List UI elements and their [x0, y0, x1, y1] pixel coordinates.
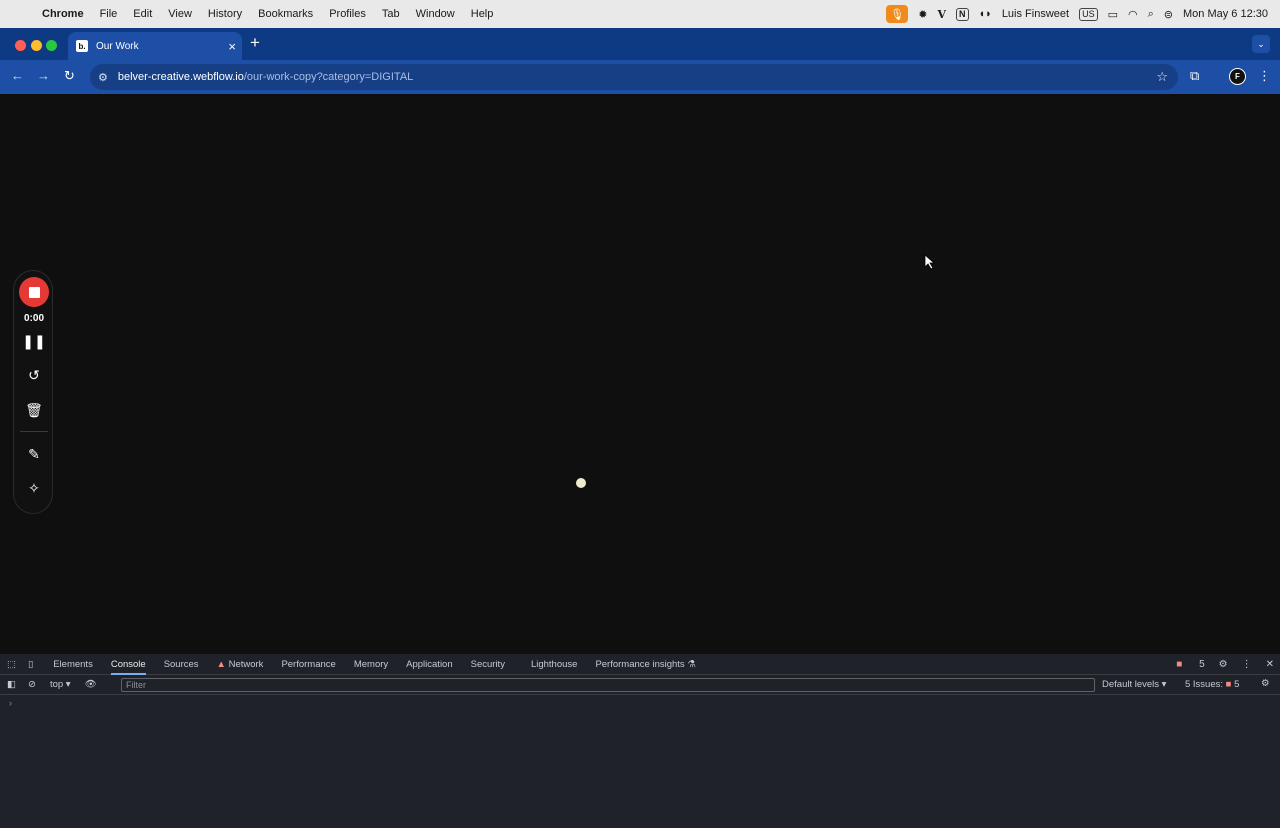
tab-our-work[interactable]: b. Our Work ×	[68, 32, 242, 60]
new-tab-plus-icon[interactable]: +	[250, 33, 260, 53]
window-zoom-button[interactable]	[46, 40, 57, 51]
url-text[interactable]: belver-creative.webflow.io/our-work-copy…	[118, 71, 413, 83]
issues-counter[interactable]: 5 Issues: ■ 5	[1185, 679, 1239, 690]
console-filter-input[interactable]: Filter	[121, 678, 1095, 692]
battery-icon[interactable]: ▭	[1108, 5, 1118, 23]
menubar-user[interactable]: Luis Finsweet	[1002, 5, 1069, 23]
menu-help[interactable]: Help	[471, 8, 494, 20]
flask-icon: ⚗	[687, 658, 696, 670]
tab-sources[interactable]: Sources	[164, 654, 199, 675]
error-counter[interactable]: ■ 5	[1162, 659, 1204, 670]
stop-icon	[28, 286, 40, 298]
menu-view[interactable]: View	[168, 8, 192, 20]
window-close-button[interactable]	[15, 40, 26, 51]
tab-network[interactable]: ▲ Network	[217, 654, 264, 675]
warning-icon: ▲	[216, 658, 226, 670]
loading-dot	[576, 478, 586, 488]
tab-security[interactable]: Security	[471, 654, 505, 675]
effects-confetti-icon[interactable]: ✧	[14, 480, 54, 497]
menubar-status-area: 🎙 ✹ V N ◖◗ Luis Finsweet US ▭ ◠ ⌕ ⊜ Mon …	[886, 0, 1280, 28]
tab-performance-insights[interactable]: Performance insights ⚗	[595, 654, 695, 675]
screen-recorder-panel: 0:00 ❚❚ ↺ 🗑 ✎ ✧	[13, 270, 53, 514]
menu-edit[interactable]: Edit	[133, 8, 152, 20]
devtools-tab-bar: ⬚ ▯ Elements Console Sources ▲ Network P…	[0, 654, 1280, 675]
devtools-more-kebab-icon[interactable]: ⋮	[1242, 659, 1252, 670]
trash-icon[interactable]: 🗑	[14, 402, 54, 419]
console-prompt-chevron-icon[interactable]: ›	[9, 698, 12, 708]
menubar-clock[interactable]: Mon May 6 12:30	[1183, 8, 1268, 20]
device-toolbar-icon[interactable]: ▯	[28, 659, 33, 670]
recorder-divider	[20, 431, 48, 432]
browser-toolbar: ← → ↻ ⚙ belver-creative.webflow.io/our-w…	[0, 60, 1280, 94]
bookmark-star-icon[interactable]: ☆	[1156, 69, 1168, 85]
notion-icon[interactable]: N	[956, 7, 969, 21]
error-flag-icon: ■	[1176, 659, 1183, 670]
devtools-panel: ⬚ ▯ Elements Console Sources ▲ Network P…	[0, 654, 1280, 828]
context-selector[interactable]: top ▾	[50, 679, 71, 690]
devtools-right-tools: ■ 5 ⚙ ⋮ ✕	[1148, 654, 1274, 675]
control-center-icon[interactable]: ⊜	[1164, 5, 1173, 23]
tab-search-chevron-down-icon[interactable]: ⌄	[1252, 35, 1270, 53]
spotlight-search-icon[interactable]: ⌕	[1148, 5, 1154, 23]
tab-console[interactable]: Console	[110, 654, 146, 675]
airpods-icon[interactable]: ◖◗	[979, 5, 992, 23]
window-minimize-button[interactable]	[31, 40, 42, 51]
site-favicon: b.	[76, 40, 88, 52]
vectorize-icon[interactable]: V	[937, 5, 946, 23]
draw-pencil-icon[interactable]: ✎	[14, 446, 54, 463]
extensions-puzzle-icon[interactable]: ⧉	[1190, 68, 1199, 84]
keyboard-layout-indicator[interactable]: US	[1079, 7, 1098, 21]
sidebar-toggle-icon[interactable]: ◧	[7, 679, 16, 690]
issues-flag-icon: ■	[1225, 679, 1232, 690]
page-viewport	[0, 94, 1280, 654]
menu-file[interactable]: File	[100, 8, 118, 20]
recording-timer: 0:00	[23, 313, 44, 324]
menu-profiles[interactable]: Profiles	[329, 8, 366, 20]
menu-bookmarks[interactable]: Bookmarks	[258, 8, 313, 20]
live-expression-eye-icon[interactable]: 👁	[85, 679, 97, 690]
pause-icon[interactable]: ❚❚	[14, 333, 54, 350]
tab-title: Our Work	[96, 40, 139, 52]
tab-close-icon[interactable]: ×	[228, 39, 236, 54]
wifi-icon[interactable]: ◠	[1128, 5, 1138, 23]
profile-avatar[interactable]: F	[1229, 68, 1246, 85]
mouse-cursor-icon	[924, 254, 936, 270]
inspect-element-icon[interactable]: ⬚	[7, 659, 16, 670]
clear-console-icon[interactable]: ⊘	[28, 679, 36, 690]
devtools-settings-gear-icon[interactable]: ⚙	[1219, 659, 1228, 670]
forward-arrow-icon[interactable]: →	[37, 68, 50, 83]
tab-performance[interactable]: Performance	[281, 654, 335, 675]
macos-menubar: Chrome File Edit View History Bookmarks …	[0, 0, 1280, 28]
tab-memory[interactable]: Memory	[354, 654, 388, 675]
browser-tab-strip: b. Our Work × + ⌄	[0, 28, 1280, 60]
tab-lighthouse[interactable]: Lighthouse	[531, 654, 577, 675]
gear-status-icon[interactable]: ✹	[918, 5, 927, 23]
reload-icon[interactable]: ↻	[64, 68, 75, 84]
restart-icon[interactable]: ↺	[14, 367, 54, 384]
menu-history[interactable]: History	[208, 8, 242, 20]
devtools-close-icon[interactable]: ✕	[1266, 659, 1274, 670]
site-settings-icon[interactable]: ⚙	[98, 71, 108, 84]
address-bar[interactable]: ⚙ belver-creative.webflow.io/our-work-co…	[90, 64, 1178, 90]
microphone-icon[interactable]: 🎙	[886, 5, 909, 23]
console-settings-gear-icon[interactable]: ⚙	[1261, 678, 1270, 689]
menu-window[interactable]: Window	[416, 8, 455, 20]
tab-application[interactable]: Application	[406, 654, 452, 675]
stop-recording-button[interactable]	[19, 277, 49, 307]
menu-app-name[interactable]: Chrome	[42, 8, 84, 20]
chrome-menu-kebab-icon[interactable]: ⋮	[1258, 68, 1271, 84]
back-arrow-icon[interactable]: ←	[11, 68, 24, 83]
log-levels-dropdown[interactable]: Default levels ▾	[1102, 679, 1166, 690]
menu-tab[interactable]: Tab	[382, 8, 400, 20]
tab-elements[interactable]: Elements	[53, 654, 93, 675]
